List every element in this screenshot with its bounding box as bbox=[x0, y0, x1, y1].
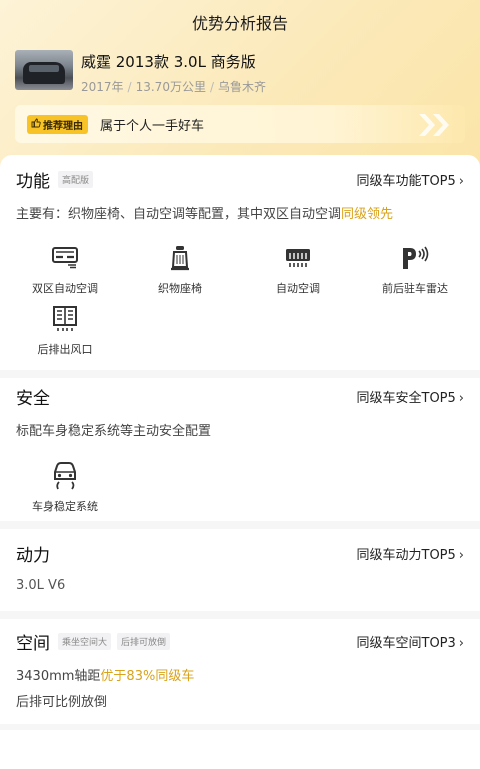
feature-label: 车身稳定系统 bbox=[32, 500, 98, 513]
chevron-right-icon: › bbox=[458, 548, 464, 563]
chevron-right-icon: › bbox=[458, 174, 464, 189]
section-divider bbox=[0, 521, 480, 529]
space-description-2: 后排可比例放倒 bbox=[16, 695, 108, 710]
safety-top5-link[interactable]: 同级车安全TOP5 › bbox=[357, 387, 465, 406]
safety-section: 安全 同级车安全TOP5 › 标配车身稳定系统等主动安全配置 车身稳定系统 bbox=[0, 378, 480, 518]
car-meta: 2017年/13.70万公里 / 乌鲁木齐 bbox=[81, 78, 266, 95]
recommend-reason-text: 属于个人一手好车 bbox=[100, 118, 205, 134]
rear-vent-icon bbox=[15, 305, 115, 333]
space-link-label: 同级车空间TOP3 bbox=[356, 636, 456, 651]
meta-separator: / bbox=[209, 80, 214, 94]
feature-parking-radar: 前后驻车雷达 bbox=[365, 244, 465, 296]
chevrons-decoration-icon bbox=[415, 111, 455, 143]
power-link-label: 同级车动力TOP5 bbox=[356, 548, 456, 563]
feature-auto-ac: 自动空调 bbox=[248, 244, 348, 296]
feature-label: 前后驻车雷达 bbox=[382, 282, 448, 295]
space-description: 3430mm轴距优于83%同级车 bbox=[16, 665, 194, 684]
auto-ac-icon bbox=[248, 244, 348, 272]
space-desc-text: 3430mm轴距 bbox=[16, 669, 101, 684]
safety-title: 安全 bbox=[16, 389, 50, 409]
section-divider bbox=[0, 611, 480, 619]
car-summary[interactable]: 威霆 2013款 3.0L 商务版 2017年/13.70万公里 / 乌鲁木齐 bbox=[15, 50, 266, 94]
car-year: 2017年 bbox=[81, 80, 124, 94]
car-city: 乌鲁木齐 bbox=[218, 80, 267, 94]
function-desc-text: 主要有：织物座椅、自动空调等配置，其中双区自动空调 bbox=[16, 207, 342, 222]
space-tag: 后排可放倒 bbox=[117, 633, 171, 650]
car-thumbnail bbox=[15, 50, 73, 90]
feature-fabric-seat: 织物座椅 bbox=[130, 244, 230, 296]
chevron-right-icon: › bbox=[458, 391, 464, 406]
page-title: 优势分析报告 bbox=[191, 14, 288, 33]
recommend-reason-badge: 推荐理由 bbox=[27, 114, 88, 134]
thumbs-up-icon bbox=[31, 118, 41, 131]
feature-dual-zone-ac: 双区自动空调 bbox=[15, 244, 115, 296]
feature-stability-control: 车身稳定系统 bbox=[15, 462, 115, 514]
function-tag: 高配版 bbox=[58, 171, 94, 188]
power-top5-link[interactable]: 同级车动力TOP5 › bbox=[357, 544, 465, 563]
function-title: 功能 bbox=[16, 172, 50, 192]
parking-radar-icon bbox=[365, 244, 465, 272]
power-description: 3.0L V6 bbox=[16, 578, 66, 593]
space-tag: 乘坐空间大 bbox=[58, 633, 112, 650]
meta-separator: / bbox=[127, 80, 132, 94]
feature-label: 后排出风口 bbox=[37, 343, 93, 356]
car-name: 威霆 2013款 3.0L 商务版 bbox=[81, 53, 256, 71]
fabric-seat-icon bbox=[130, 244, 230, 272]
power-title: 动力 bbox=[16, 546, 50, 566]
dual-zone-ac-icon bbox=[15, 244, 115, 272]
power-section: 动力 同级车动力TOP5 › 3.0L V6 bbox=[0, 529, 480, 609]
recommend-reason-box: 推荐理由 属于个人一手好车 bbox=[15, 105, 465, 143]
car-mileage: 13.70万公里 bbox=[135, 80, 206, 94]
stability-control-icon bbox=[15, 462, 115, 490]
recommend-reason-label: 推荐理由 bbox=[43, 120, 83, 132]
safety-link-label: 同级车安全TOP5 bbox=[356, 391, 456, 406]
function-description: 主要有：织物座椅、自动空调等配置，其中双区自动空调同级领先 bbox=[16, 203, 393, 222]
safety-description: 标配车身稳定系统等主动安全配置 bbox=[16, 424, 212, 439]
function-link-label: 同级车功能TOP5 bbox=[356, 174, 456, 189]
feature-label: 自动空调 bbox=[276, 282, 320, 295]
function-section: 功能 高配版 同级车功能TOP5 › 主要有：织物座椅、自动空调等配置，其中双区自… bbox=[0, 155, 480, 370]
function-top5-link[interactable]: 同级车功能TOP5 › bbox=[357, 170, 465, 189]
chevron-right-icon: › bbox=[458, 636, 464, 651]
space-desc-highlight: 优于83%同级车 bbox=[100, 669, 195, 684]
feature-rear-vent: 后排出风口 bbox=[15, 305, 115, 357]
function-desc-highlight: 同级领先 bbox=[341, 207, 394, 222]
space-top3-link[interactable]: 同级车空间TOP3 › bbox=[357, 632, 465, 651]
feature-label: 双区自动空调 bbox=[32, 282, 98, 295]
space-title: 空间 bbox=[16, 634, 50, 654]
feature-label: 织物座椅 bbox=[158, 282, 202, 295]
space-section: 空间 乘坐空间大 后排可放倒 同级车空间TOP3 › 3430mm轴距优于83%同… bbox=[0, 619, 480, 729]
section-divider bbox=[0, 370, 480, 378]
section-divider bbox=[0, 724, 480, 730]
